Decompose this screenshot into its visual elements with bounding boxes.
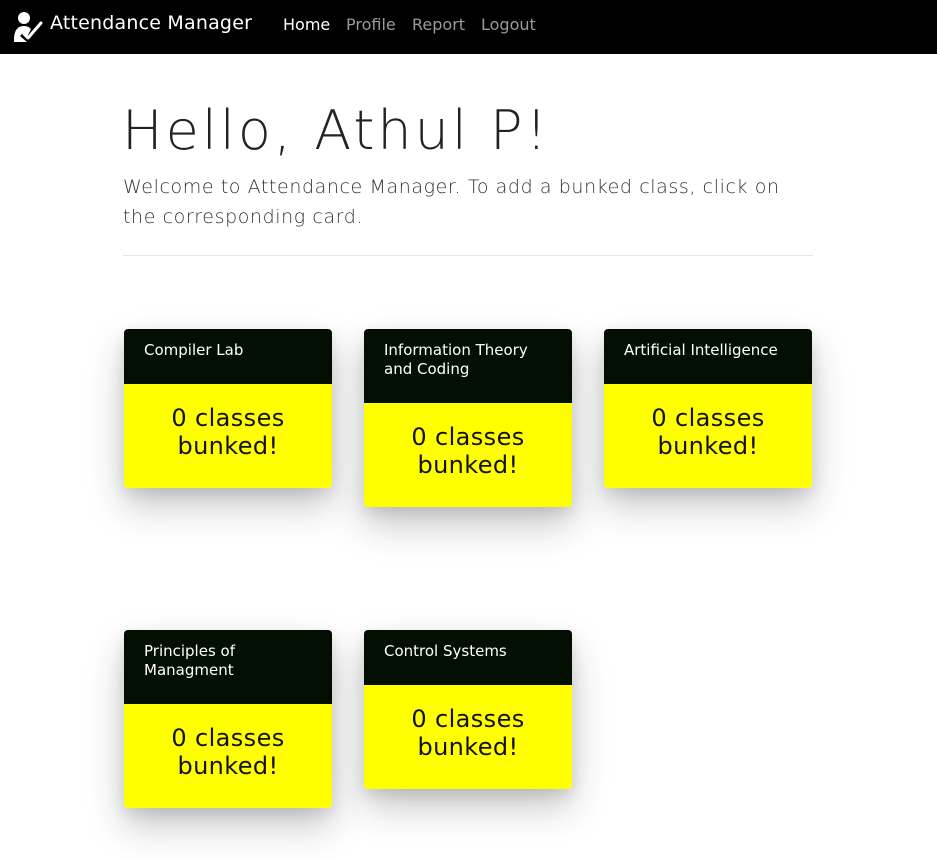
- welcome-text: Welcome to Attendance Manager. To add a …: [123, 176, 780, 228]
- bunk-count: 0 classes bunked!: [364, 403, 572, 507]
- card-header: Control Systems: [364, 630, 572, 685]
- navbar: Attendance Manager Home Profile Report L…: [0, 0, 937, 54]
- nav-logout-link[interactable]: Logout: [481, 15, 536, 34]
- nav-home-link[interactable]: Home: [283, 15, 330, 34]
- nav-report-link[interactable]: Report: [412, 15, 465, 34]
- page-title: Hello, Athul P!: [122, 99, 551, 162]
- bunk-count: 0 classes bunked!: [124, 384, 332, 488]
- card-header: Artificial Intelligence: [604, 329, 812, 384]
- bunk-count: 0 classes bunked!: [364, 685, 572, 789]
- subject-card-principles-of-managment[interactable]: Principles of Managment 0 classes bunked…: [124, 630, 332, 808]
- subject-card-information-theory[interactable]: Information Theory and Coding 0 classes …: [364, 329, 572, 507]
- subject-card-control-systems[interactable]: Control Systems 0 classes bunked!: [364, 630, 572, 789]
- card-header: Information Theory and Coding: [364, 329, 572, 403]
- divider: [123, 255, 813, 256]
- subject-card-artificial-intelligence[interactable]: Artificial Intelligence 0 classes bunked…: [604, 329, 812, 488]
- bunk-count: 0 classes bunked!: [604, 384, 812, 488]
- user-check-icon[interactable]: [13, 10, 43, 42]
- bunk-count: 0 classes bunked!: [124, 704, 332, 808]
- card-header: Compiler Lab: [124, 329, 332, 384]
- nav-profile-link[interactable]: Profile: [346, 15, 396, 34]
- brand-title[interactable]: Attendance Manager: [50, 12, 252, 34]
- card-header: Principles of Managment: [124, 630, 332, 704]
- subject-card-compiler-lab[interactable]: Compiler Lab 0 classes bunked!: [124, 329, 332, 488]
